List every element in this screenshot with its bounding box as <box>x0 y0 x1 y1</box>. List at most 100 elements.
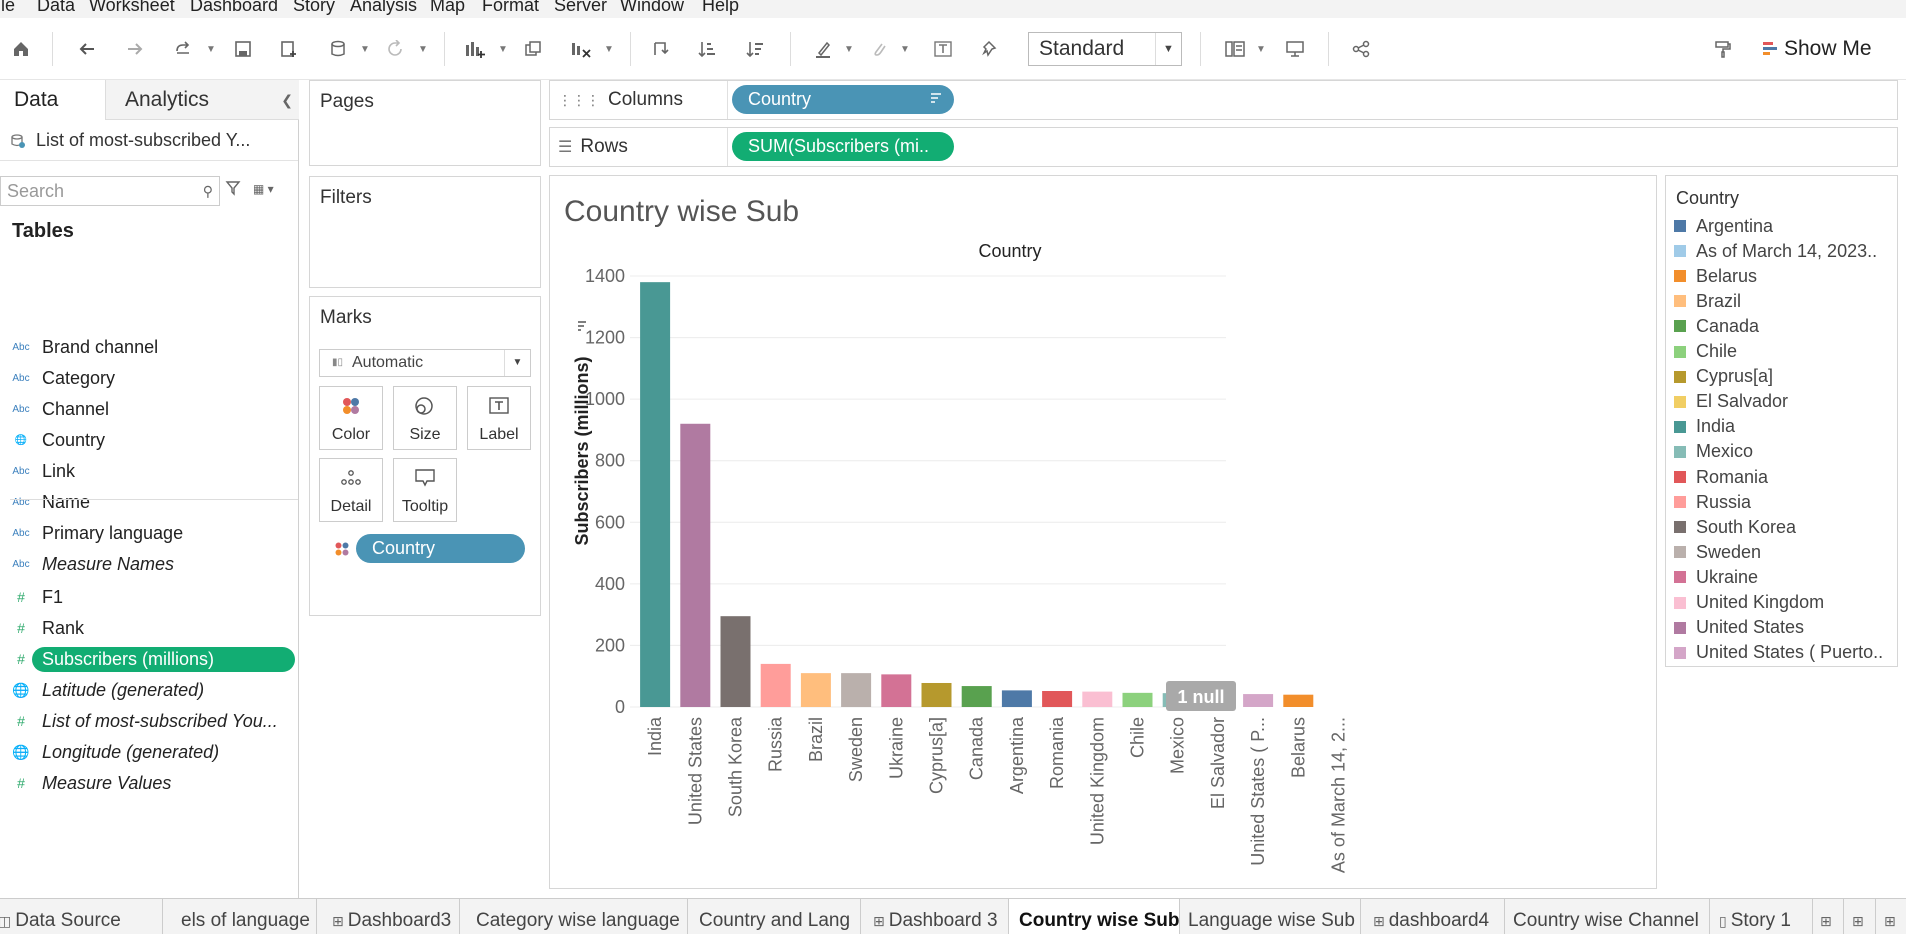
rows-shelf[interactable]: ☰ Rows SUM(Subscribers (mi.. <box>549 127 1898 167</box>
save-icon[interactable] <box>230 36 256 62</box>
bar[interactable] <box>1243 694 1274 707</box>
undo-icon[interactable] <box>74 36 100 62</box>
field-subscribers[interactable]: # Subscribers (millions) <box>0 644 298 674</box>
pages-card[interactable]: Pages <box>309 80 541 166</box>
presentation-mode-icon[interactable] <box>1282 36 1308 62</box>
bar[interactable] <box>921 682 952 707</box>
field-brand-channel[interactable]: Abc Brand channel <box>0 332 298 362</box>
menu-analysis[interactable]: Analysis <box>350 0 417 16</box>
legend-item[interactable]: As of March 14, 2023.. <box>1674 239 1877 263</box>
filters-card[interactable]: Filters <box>309 176 541 288</box>
legend-item[interactable]: United Kingdom <box>1674 591 1824 615</box>
tab-dashboard3[interactable]: ⊞ Dashboard3 <box>322 899 460 934</box>
field-latitude[interactable]: 🌐 Latitude (generated) <box>0 675 298 705</box>
bar[interactable] <box>720 616 751 707</box>
bar[interactable] <box>1122 692 1153 707</box>
field-link[interactable]: Abc Link <box>0 456 298 486</box>
menu-server[interactable]: Server <box>554 0 607 16</box>
legend-item[interactable]: Brazil <box>1674 289 1741 313</box>
refresh-dropdown-icon[interactable]: ▼ <box>416 36 430 62</box>
detail-button[interactable]: Detail <box>319 458 383 522</box>
legend-item[interactable]: Belarus <box>1674 264 1757 288</box>
menu-format[interactable]: Format <box>482 0 539 16</box>
columns-shelf[interactable]: ⋮⋮⋮ Columns Country <box>549 80 1898 120</box>
search-input[interactable]: Search ⚲ <box>0 176 220 206</box>
bar[interactable] <box>1283 694 1314 707</box>
menu-worksheet[interactable]: Worksheet <box>89 0 175 16</box>
bar[interactable] <box>841 673 872 707</box>
field-measure-values[interactable]: # Measure Values <box>0 768 298 798</box>
bar[interactable] <box>800 673 831 707</box>
pause-dropdown-icon[interactable]: ▼ <box>358 36 372 62</box>
field-longitude[interactable]: 🌐 Longitude (generated) <box>0 737 298 767</box>
refresh-icon[interactable] <box>382 36 408 62</box>
legend-item[interactable]: Romania <box>1674 465 1768 489</box>
new-worksheet-icon[interactable] <box>462 36 488 62</box>
menu-file[interactable]: File <box>0 0 15 16</box>
menu-map[interactable]: Map <box>430 0 465 16</box>
tooltip-button[interactable]: Tooltip <box>393 458 457 522</box>
tab-data[interactable]: Data <box>0 80 105 120</box>
filter-icon[interactable] <box>225 180 241 196</box>
label-button[interactable]: Label <box>467 386 531 450</box>
color-button[interactable]: Color <box>319 386 383 450</box>
marks-country-pill[interactable]: Country <box>356 534 525 563</box>
bar[interactable] <box>1001 690 1032 707</box>
redo-icon[interactable] <box>122 36 148 62</box>
tab-dashboard-3[interactable]: ⊞ Dashboard 3 <box>863 899 1009 934</box>
replay-icon[interactable] <box>170 36 196 62</box>
new-dashboard-tab-icon[interactable]: ⊞ <box>1846 899 1876 934</box>
format-painter-icon[interactable] <box>1710 36 1736 62</box>
bar[interactable] <box>760 663 791 707</box>
bar[interactable] <box>1042 690 1073 707</box>
field-category[interactable]: Abc Category <box>0 363 298 393</box>
cards-dropdown-icon[interactable]: ▼ <box>1254 36 1268 62</box>
legend-item[interactable]: Canada <box>1674 314 1759 338</box>
field-name[interactable]: Abc Name <box>0 487 298 517</box>
bar[interactable] <box>1082 691 1113 707</box>
mark-type-select[interactable]: ▮▯ Automatic ▼ <box>319 349 531 377</box>
bar[interactable] <box>640 282 671 707</box>
tab-country-wise-sub[interactable]: Country wise Sub <box>1009 899 1180 934</box>
legend-item[interactable]: Sweden <box>1674 540 1761 564</box>
menu-help[interactable]: Help <box>702 0 739 16</box>
clear-dropdown-icon[interactable]: ▼ <box>602 36 616 62</box>
field-country[interactable]: 🌐 Country <box>0 425 298 455</box>
share-icon[interactable] <box>1348 36 1374 62</box>
legend-item[interactable]: Cyprus[a] <box>1674 365 1773 389</box>
field-rank[interactable]: # Rank <box>0 613 298 643</box>
highlight-dropdown-icon[interactable]: ▼ <box>842 36 856 62</box>
null-indicator[interactable]: 1 null <box>1166 681 1236 711</box>
menu-data[interactable]: Data <box>37 0 75 16</box>
show-mark-labels-icon[interactable] <box>930 36 956 62</box>
tab-language-wise-sub[interactable]: Language wise Sub <box>1178 899 1361 934</box>
group-dropdown-icon[interactable]: ▼ <box>898 36 912 62</box>
field-f1[interactable]: # F1 <box>0 582 298 612</box>
legend-item[interactable]: India <box>1674 415 1735 439</box>
legend-item[interactable]: Russia <box>1674 490 1751 514</box>
columns-country-pill[interactable]: Country <box>732 85 954 114</box>
tab-story-1[interactable]: ▯ Story 1 <box>1709 899 1813 934</box>
tab-country-wise-channel[interactable]: Country wise Channel <box>1503 899 1710 934</box>
new-worksheet-dropdown-icon[interactable]: ▼ <box>496 36 510 62</box>
legend-item[interactable]: South Korea <box>1674 515 1796 539</box>
sort-ascending-icon[interactable] <box>694 36 720 62</box>
new-worksheet-tab-icon[interactable]: ⊞ <box>1814 899 1844 934</box>
menu-story[interactable]: Story <box>293 0 335 16</box>
fix-axes-icon[interactable] <box>978 36 1004 62</box>
bar[interactable] <box>881 674 912 707</box>
legend-item[interactable]: United States <box>1674 616 1804 640</box>
new-datasource-icon[interactable] <box>276 36 302 62</box>
rows-subscribers-pill[interactable]: SUM(Subscribers (mi.. <box>732 132 954 161</box>
duplicate-icon[interactable] <box>520 36 546 62</box>
tab-dashboard4[interactable]: ⊞ dashboard4 <box>1363 899 1505 934</box>
highlight-icon[interactable] <box>810 36 836 62</box>
swap-rows-columns-icon[interactable] <box>648 36 674 62</box>
tab-data-source[interactable]: ◫Data Source <box>0 899 163 934</box>
legend-item[interactable]: Ukraine <box>1674 565 1758 589</box>
collapse-pane-icon[interactable]: ❮ <box>281 80 293 120</box>
home-icon[interactable] <box>8 36 34 62</box>
view-options-icon[interactable]: ▦ ▾ <box>253 182 274 196</box>
new-story-tab-icon[interactable]: ⊞ <box>1878 899 1906 934</box>
tab-category-wise-language[interactable]: Category wise language <box>466 899 688 934</box>
